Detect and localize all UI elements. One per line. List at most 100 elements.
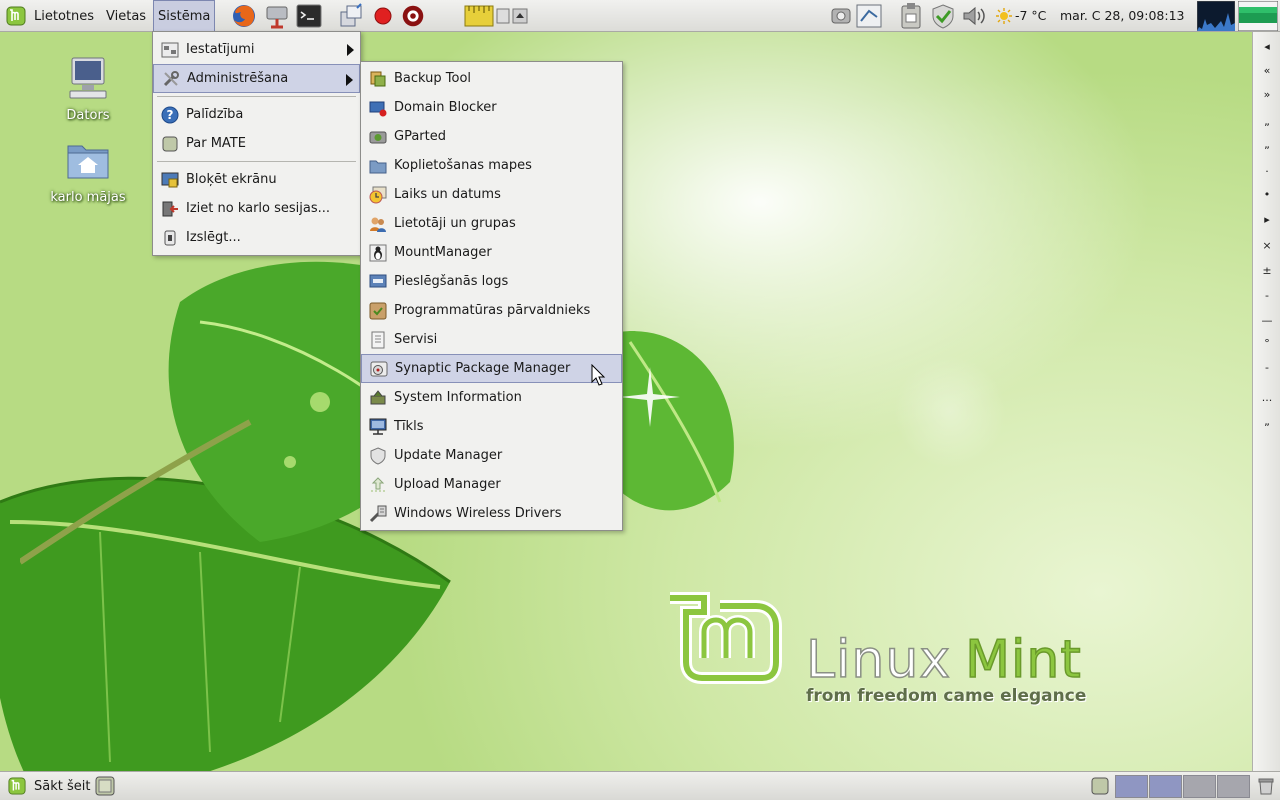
app-launcher-red[interactable]	[399, 2, 427, 30]
eject-applet[interactable]	[511, 2, 529, 30]
menu-item-shared-folders[interactable]: Koplietošanas mapes	[361, 151, 622, 180]
network-tools-icon	[266, 6, 288, 29]
menu-item-services[interactable]: Servisi	[361, 325, 622, 354]
desktop-icon-computer[interactable]: Dators	[43, 54, 133, 123]
menu-item-network[interactable]: Tīkls	[361, 412, 622, 441]
right-panel-button[interactable]: —	[1253, 309, 1280, 333]
cpu-monitor-graph[interactable]	[1197, 1, 1235, 31]
right-panel: ◂ « » „ „ · • ▸ × ± - — ° - ... „	[1252, 32, 1280, 771]
right-panel-button[interactable]: ...	[1253, 386, 1280, 410]
right-panel-button[interactable]: „	[1253, 410, 1280, 434]
menu-item-label: Laiks un datums	[394, 187, 501, 202]
mint-menu-icon[interactable]	[6, 0, 26, 32]
right-panel-button[interactable]: •	[1253, 183, 1280, 207]
record-launcher[interactable]	[369, 2, 397, 30]
computer-icon	[69, 57, 107, 99]
menu-item-shutdown[interactable]: Izslēgt...	[153, 223, 360, 252]
show-desktop-button[interactable]: Sākt šeit	[8, 772, 90, 800]
menu-applications[interactable]: Lietotnes	[30, 0, 98, 32]
firefox-launcher[interactable]	[230, 2, 258, 30]
clipboard-applet[interactable]	[897, 2, 925, 30]
sparkle-decoration	[620, 367, 680, 427]
terminal-launcher[interactable]	[295, 2, 323, 30]
disk-applet[interactable]	[827, 2, 855, 30]
system-info-icon	[368, 388, 388, 408]
software-manager-icon	[368, 301, 388, 321]
tools-icon	[161, 69, 181, 89]
users-icon	[368, 214, 388, 234]
menu-item-windows-wireless-drivers[interactable]: Windows Wireless Drivers	[361, 499, 622, 528]
menu-item-label: Palīdzība	[186, 107, 244, 122]
menu-item-upload-manager[interactable]: Upload Manager	[361, 470, 622, 499]
right-panel-button[interactable]: »	[1253, 83, 1280, 107]
right-panel-button[interactable]: «	[1253, 59, 1280, 83]
page-icon	[496, 8, 510, 24]
right-panel-button[interactable]: -	[1253, 356, 1280, 380]
tray-window-icon[interactable]	[1090, 772, 1110, 800]
menu-item-label: Koplietošanas mapes	[394, 158, 532, 173]
weather-temperature[interactable]: -7 °C	[1015, 0, 1046, 32]
menu-item-synaptic[interactable]: Synaptic Package Manager	[361, 354, 622, 383]
taskbar-window-button[interactable]	[94, 772, 116, 800]
lock-screen-icon	[160, 170, 180, 190]
menu-item-about-mate[interactable]: Par MATE	[153, 129, 360, 158]
menu-item-logout[interactable]: Iziet no karlo sesijas...	[153, 194, 360, 223]
menu-places[interactable]: Vietas	[102, 0, 150, 32]
clock[interactable]: mar. C 28, 09:08:13	[1060, 0, 1184, 32]
trash-applet[interactable]	[1256, 772, 1276, 800]
menu-item-mountmanager[interactable]: MountManager	[361, 238, 622, 267]
menu-item-label: Update Manager	[394, 448, 503, 463]
tools-launcher[interactable]	[263, 2, 291, 30]
menu-system[interactable]: Sistēma	[153, 0, 216, 31]
menu-item-label: Synaptic Package Manager	[395, 361, 571, 376]
menu-item-domain-blocker[interactable]: Domain Blocker	[361, 93, 622, 122]
right-panel-button[interactable]: ·	[1253, 160, 1280, 184]
right-panel-button[interactable]: ▸	[1253, 208, 1280, 232]
mouse-cursor	[591, 364, 606, 386]
menu-item-users-groups[interactable]: Lietotāji un grupas	[361, 209, 622, 238]
mini-applet[interactable]	[495, 2, 511, 30]
right-panel-button[interactable]: „	[1253, 133, 1280, 157]
window-icon	[1091, 777, 1109, 795]
right-panel-button[interactable]: °	[1253, 332, 1280, 356]
right-panel-button[interactable]: ◂	[1253, 35, 1280, 59]
menu-item-label: Domain Blocker	[394, 100, 497, 115]
menu-item-label: Upload Manager	[394, 477, 501, 492]
menu-item-gparted[interactable]: GParted	[361, 122, 622, 151]
network-status-icon	[856, 4, 882, 28]
menu-item-backup-tool[interactable]: Backup Tool	[361, 64, 622, 93]
menu-item-software-manager[interactable]: Programmatūras pārvaldnieks	[361, 296, 622, 325]
menu-item-preferences[interactable]: Iestatījumi	[153, 35, 360, 64]
workspace-1[interactable]	[1115, 775, 1148, 798]
services-icon	[368, 330, 388, 350]
right-panel-button[interactable]: -	[1253, 284, 1280, 308]
desktop-icon-label: karlo mājas	[50, 190, 126, 205]
update-applet[interactable]	[929, 2, 957, 30]
menu-item-label: Izslēgt...	[186, 230, 241, 245]
workspace-4[interactable]	[1217, 775, 1250, 798]
right-panel-button[interactable]: ±	[1253, 259, 1280, 283]
volume-applet[interactable]	[961, 2, 989, 30]
weather-icon-wrapper[interactable]	[994, 2, 1014, 30]
menu-item-update-manager[interactable]: Update Manager	[361, 441, 622, 470]
mountmanager-icon	[368, 243, 388, 263]
sun-icon	[996, 8, 1012, 24]
desktop-switch-launcher[interactable]	[337, 2, 365, 30]
network-icon	[368, 417, 388, 437]
right-panel-button[interactable]: ×	[1253, 234, 1280, 258]
workspace-3[interactable]	[1183, 775, 1216, 798]
menu-item-system-information[interactable]: System Information	[361, 383, 622, 412]
menu-item-login-window[interactable]: Pieslēgšanās logs	[361, 267, 622, 296]
menu-item-time-date[interactable]: Laiks un datums	[361, 180, 622, 209]
menu-item-lock-screen[interactable]: Bloķēt ekrānu	[153, 165, 360, 194]
show-desktop-label: Sākt šeit	[34, 778, 91, 794]
network-applet[interactable]	[855, 2, 883, 30]
memory-monitor-graph[interactable]	[1238, 1, 1278, 31]
ruler-applet[interactable]	[464, 2, 494, 30]
workspace-2[interactable]	[1149, 775, 1182, 798]
menu-item-help[interactable]: ? Palīdzība	[153, 100, 360, 129]
right-panel-button[interactable]: „	[1253, 110, 1280, 134]
desktop-icon-home[interactable]: karlo mājas	[43, 136, 133, 205]
menu-item-administration[interactable]: Administrēšana	[153, 64, 360, 93]
system-menu: Iestatījumi Administrēšana ? Palīdzība P…	[152, 31, 361, 256]
